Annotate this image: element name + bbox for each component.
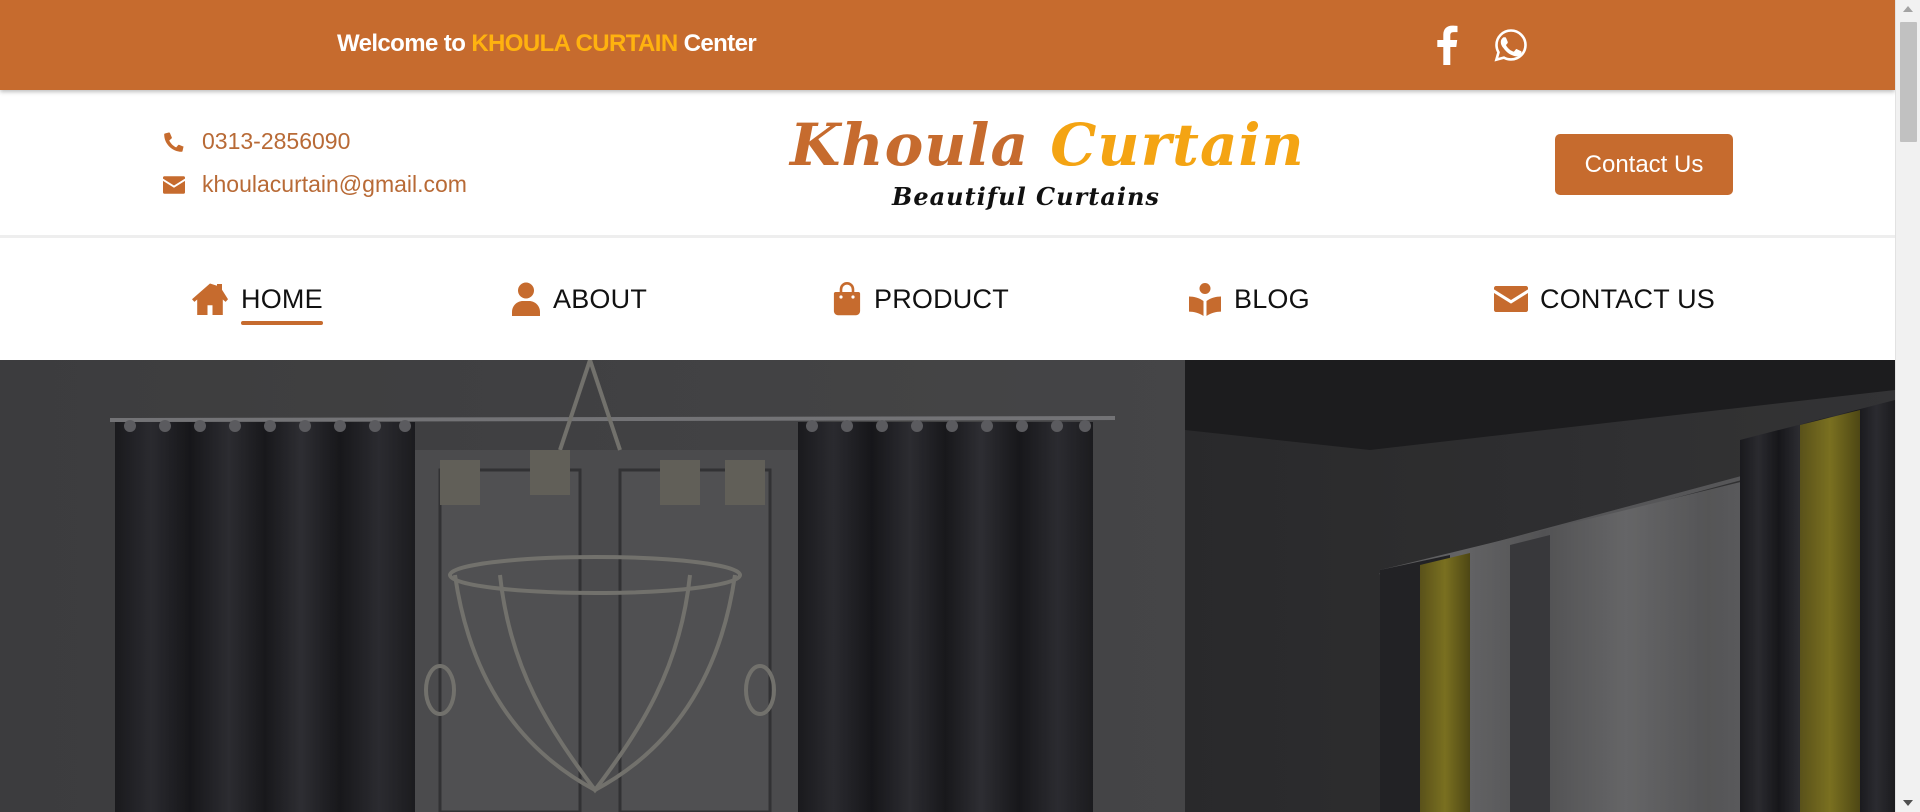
nav-item-home[interactable]: HOME (191, 277, 323, 325)
user-icon (511, 282, 541, 316)
welcome-prefix: Welcome to (337, 30, 472, 57)
hero-banner (0, 360, 1895, 812)
nav-item-contact-us[interactable]: CONTACT US (1494, 277, 1715, 321)
facebook-icon (1437, 25, 1458, 65)
site-logo[interactable]: Khoula Curtain Beautiful Curtains (790, 110, 1304, 211)
phone-link[interactable]: 0313-2856090 (162, 128, 350, 155)
logo-title: Khoula Curtain (790, 110, 1304, 180)
phone-number: 0313-2856090 (202, 128, 351, 154)
facebook-link[interactable] (1427, 24, 1467, 66)
shopping-bag-icon (832, 282, 862, 316)
whatsapp-link[interactable] (1491, 24, 1531, 66)
contact-us-button[interactable]: Contact Us (1555, 134, 1733, 195)
home-icon (191, 282, 229, 316)
envelope-icon (162, 173, 186, 197)
nav-item-blog[interactable]: BLOG (1188, 277, 1310, 321)
welcome-suffix: Center (677, 30, 757, 57)
envelope-icon (1494, 286, 1528, 312)
site-header: 0313-2856090 khoulacurtain@gmail.com Kho… (0, 90, 1895, 238)
book-reader-icon (1188, 282, 1222, 316)
page: Welcome to KHOULA CURTAIN Center 0313-28… (0, 0, 1895, 812)
page-scrollbar[interactable] (1895, 0, 1920, 812)
scroll-up-arrow-icon[interactable] (1903, 6, 1913, 12)
email-address: khoulacurtain@gmail.com (202, 171, 467, 197)
logo-word-2: Curtain (1050, 111, 1305, 179)
nav-label-contact-us: CONTACT US (1540, 283, 1716, 314)
nav-label-blog: BLOG (1234, 283, 1310, 314)
logo-word-1: Khoula (790, 111, 1030, 179)
nav-label-product: PRODUCT (874, 283, 1009, 314)
nav-label-home: HOME (241, 283, 323, 325)
welcome-brand: KHOULA CURTAIN (471, 30, 678, 57)
scroll-down-arrow-icon[interactable] (1903, 800, 1913, 806)
hero-image (0, 360, 1895, 812)
whatsapp-icon (1494, 29, 1527, 62)
scrollbar-thumb[interactable] (1900, 22, 1917, 142)
welcome-text: Welcome to KHOULA CURTAIN Center (337, 30, 757, 58)
top-bar: Welcome to KHOULA CURTAIN Center (0, 0, 1895, 90)
nav-label-about: ABOUT (553, 283, 648, 314)
email-link[interactable]: khoulacurtain@gmail.com (162, 171, 467, 198)
nav-item-about[interactable]: ABOUT (511, 277, 647, 321)
phone-icon (162, 130, 186, 154)
logo-tagline: Beautiful Curtains (892, 182, 1160, 211)
main-nav: HOME ABOUT PRODUCT BLOG CONTACT US (0, 241, 1895, 360)
nav-item-product[interactable]: PRODUCT (832, 277, 1009, 321)
